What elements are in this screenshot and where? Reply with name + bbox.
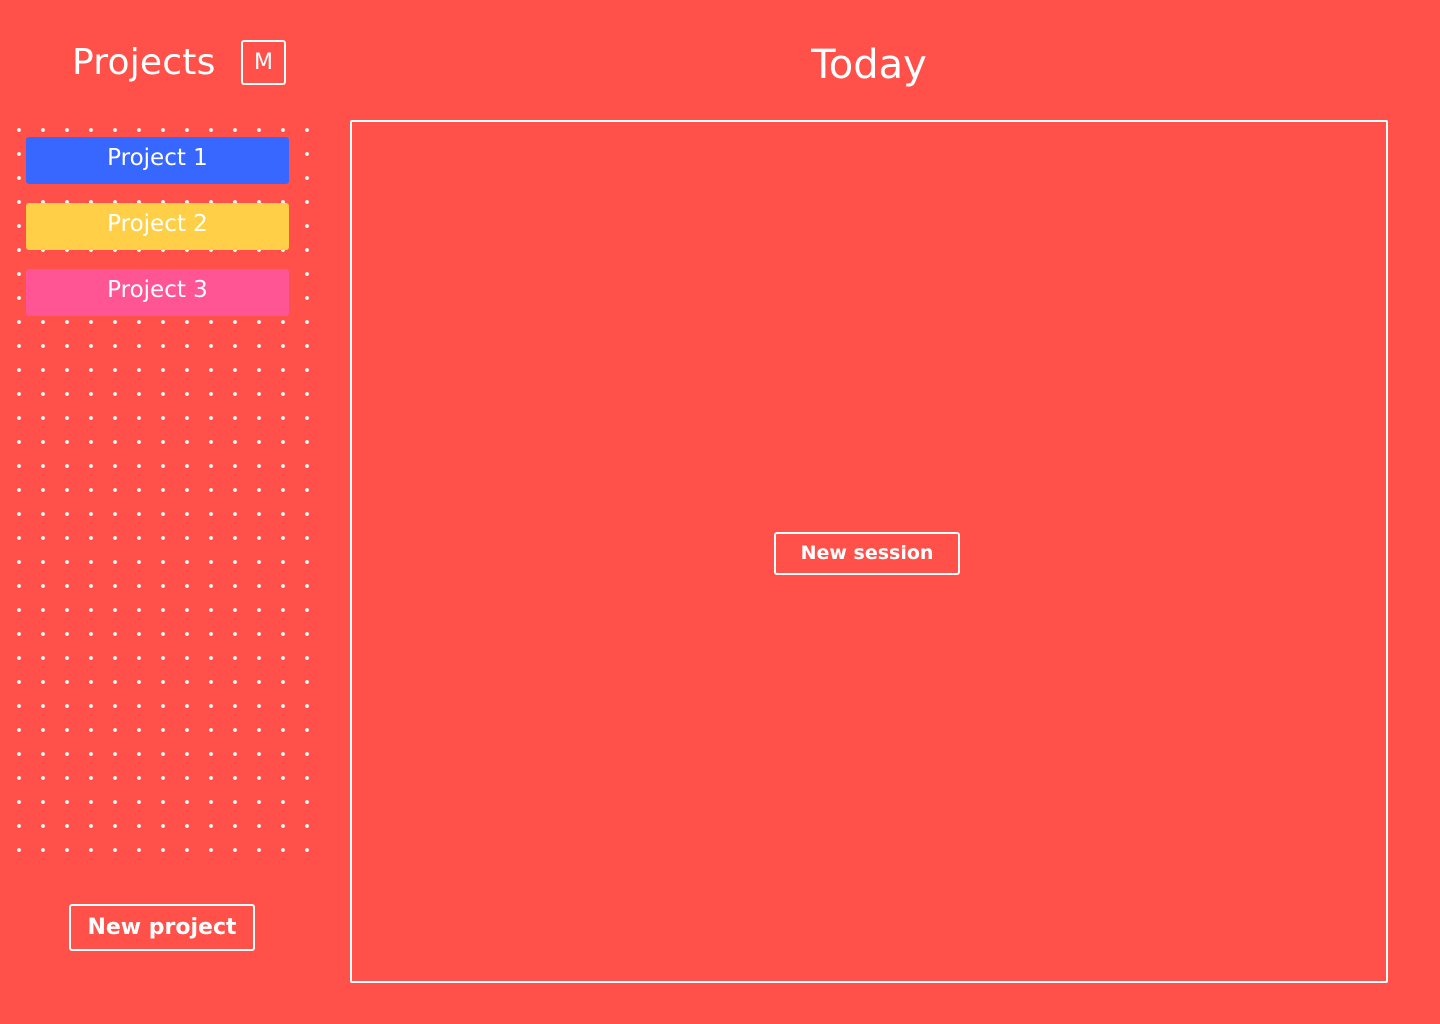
menu-button[interactable]: M (241, 40, 286, 85)
page-title: Today (811, 42, 927, 88)
project-item[interactable]: Project 2 (26, 203, 289, 250)
project-list: Project 1 Project 2 Project 3 (26, 137, 289, 335)
projects-title: Projects (72, 42, 216, 83)
project-item[interactable]: Project 3 (26, 269, 289, 316)
new-project-button[interactable]: New project (69, 904, 255, 951)
project-item[interactable]: Project 1 (26, 137, 289, 184)
new-session-button[interactable]: New session (774, 532, 960, 575)
